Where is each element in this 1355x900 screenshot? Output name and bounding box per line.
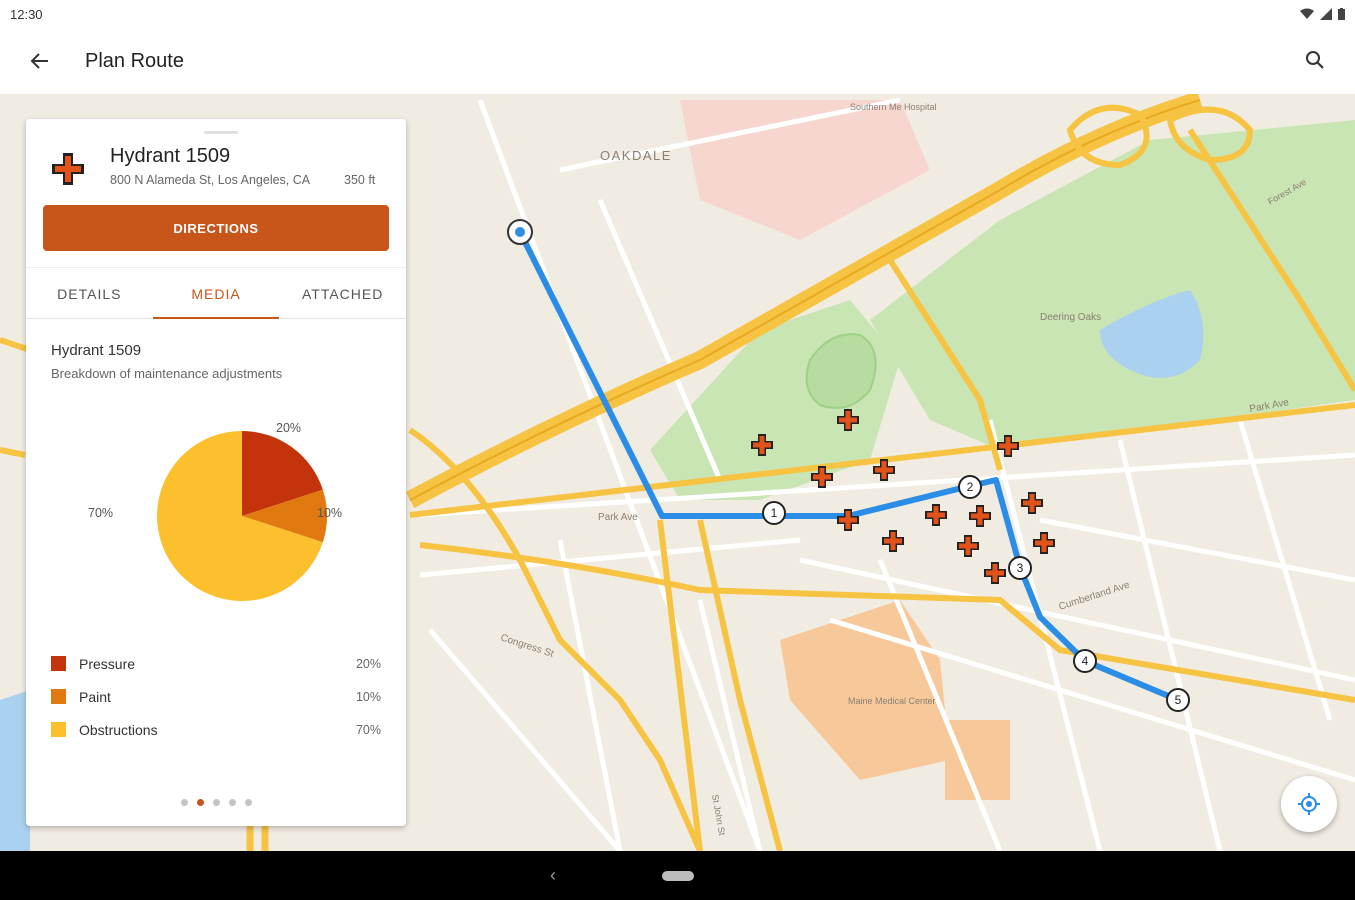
tab-details[interactable]: DETAILS bbox=[26, 269, 153, 318]
hydrant-marker[interactable] bbox=[984, 562, 1006, 584]
hydrant-marker[interactable] bbox=[925, 504, 947, 526]
pie-label-paint: 10% bbox=[317, 506, 343, 520]
signal-icon bbox=[1320, 8, 1332, 20]
pie-label-pressure: 20% bbox=[276, 421, 302, 435]
my-location-icon bbox=[1298, 793, 1320, 815]
legend-value: 70% bbox=[355, 722, 381, 737]
route-stop-number: 3 bbox=[1017, 561, 1024, 575]
status-icons bbox=[1300, 8, 1345, 20]
hydrant-marker[interactable] bbox=[957, 535, 979, 557]
feature-card: Hydrant 1509 800 N Alameda St, Los Angel… bbox=[26, 119, 406, 826]
route-stop-marker[interactable]: 4 bbox=[1073, 649, 1097, 673]
pager-dot[interactable] bbox=[180, 799, 188, 806]
legend-swatch-pressure bbox=[51, 656, 66, 671]
chart-legend: Pressure 20% Paint 10% Obstructions 70% bbox=[51, 647, 381, 746]
legend-item: Obstructions 70% bbox=[51, 713, 381, 746]
home-pill-icon[interactable] bbox=[662, 871, 694, 881]
back-button[interactable] bbox=[20, 41, 60, 81]
arrow-left-icon bbox=[30, 53, 48, 69]
drag-handle[interactable] bbox=[204, 131, 238, 134]
pie-label-obstructions: 70% bbox=[88, 506, 114, 520]
page-title: Plan Route bbox=[85, 49, 184, 72]
route-stop-number: 2 bbox=[967, 480, 974, 494]
label-southern-medical: Southern Me Hospital bbox=[850, 102, 937, 112]
label-cumberland-ave: Cumberland Ave bbox=[1058, 579, 1132, 612]
label-st-john-st: St John St bbox=[710, 794, 727, 837]
route-stop-number: 4 bbox=[1082, 654, 1089, 668]
hydrant-marker[interactable] bbox=[969, 505, 991, 527]
legend-swatch-obstructions bbox=[51, 722, 66, 737]
hydrant-icon bbox=[52, 153, 84, 185]
tab-attached[interactable]: ATTACHED bbox=[279, 269, 406, 318]
legend-label: Obstructions bbox=[79, 721, 158, 738]
hydrant-marker[interactable] bbox=[882, 530, 904, 552]
legend-label: Pressure bbox=[79, 655, 136, 672]
system-nav-bar: ‹ bbox=[0, 851, 1355, 900]
search-icon bbox=[1306, 51, 1324, 69]
legend-label: Paint bbox=[79, 688, 111, 705]
feature-title: Hydrant 1509 bbox=[110, 145, 231, 167]
hydrant-marker[interactable] bbox=[1033, 532, 1055, 554]
media-subtitle: Breakdown of maintenance adjustments bbox=[51, 366, 283, 381]
legend-swatch-paint bbox=[51, 689, 66, 704]
pager-dot[interactable] bbox=[212, 799, 220, 806]
route-stop-number: 5 bbox=[1175, 693, 1182, 707]
pager-dot[interactable] bbox=[196, 799, 204, 806]
route-start-dot bbox=[515, 227, 525, 237]
legend-item: Pressure 20% bbox=[51, 647, 381, 680]
media-title: Hydrant 1509 bbox=[51, 342, 142, 359]
pager-dot[interactable] bbox=[244, 799, 252, 806]
label-park-ave-left: Park Ave bbox=[598, 512, 638, 523]
pager-dot[interactable] bbox=[228, 799, 236, 806]
legend-item: Paint 10% bbox=[51, 680, 381, 713]
label-congress-st: Congress St bbox=[499, 632, 555, 660]
label-deering-oaks: Deering Oaks bbox=[1040, 312, 1101, 323]
route-stop-marker[interactable]: 3 bbox=[1008, 556, 1032, 580]
feature-distance: 350 ft bbox=[344, 173, 376, 187]
pie-chart: 20% 10% 70% bbox=[26, 409, 406, 619]
label-oakdale: OAKDALE bbox=[600, 148, 672, 163]
route-stop-number: 1 bbox=[771, 506, 778, 520]
battery-icon bbox=[1338, 8, 1345, 20]
triangle-back-icon[interactable]: ‹ bbox=[550, 865, 556, 886]
route-stop-marker[interactable]: 2 bbox=[958, 475, 982, 499]
legend-value: 10% bbox=[355, 689, 381, 704]
hydrant-marker[interactable] bbox=[1021, 492, 1043, 514]
app-bar: Plan Route bbox=[0, 28, 1355, 94]
pie-svg bbox=[157, 431, 327, 601]
card-header: Hydrant 1509 800 N Alameda St, Los Angel… bbox=[48, 145, 388, 205]
status-bar: 12:30 bbox=[0, 0, 1355, 28]
maine-medical-area bbox=[780, 600, 950, 780]
directions-button[interactable]: DIRECTIONS bbox=[43, 205, 389, 251]
feature-address: 800 N Alameda St, Los Angeles, CA bbox=[110, 173, 311, 187]
wifi-icon bbox=[1300, 8, 1314, 19]
divider bbox=[26, 267, 406, 268]
medical-area-annex bbox=[945, 720, 1010, 800]
search-button[interactable] bbox=[1295, 40, 1335, 80]
page-indicator bbox=[26, 799, 406, 806]
tab-media[interactable]: MEDIA bbox=[152, 269, 280, 319]
route-stop-marker[interactable]: 1 bbox=[762, 501, 786, 525]
route-stop-marker[interactable]: 5 bbox=[1166, 688, 1190, 712]
card-tabs: DETAILS MEDIA ATTACHED bbox=[26, 269, 406, 319]
my-location-button[interactable] bbox=[1281, 776, 1337, 832]
status-time: 12:30 bbox=[10, 6, 43, 22]
label-maine-medical: Maine Medical Center bbox=[848, 696, 936, 706]
legend-value: 20% bbox=[355, 656, 381, 671]
